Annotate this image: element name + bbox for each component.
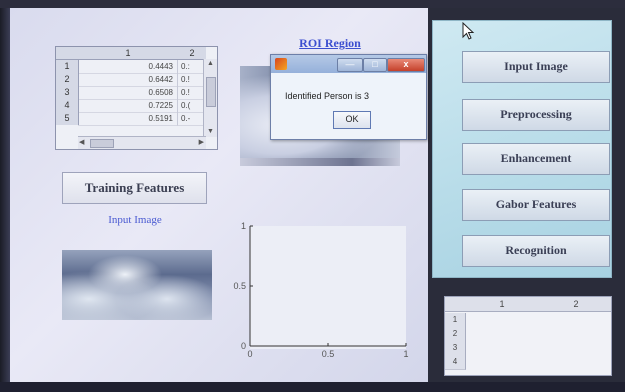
vertical-scrollbar[interactable]: ▲ ▼ bbox=[203, 59, 217, 137]
preprocessing-button[interactable]: Preprocessing bbox=[462, 99, 610, 131]
row-header[interactable]: 1 bbox=[445, 313, 466, 328]
photo-bezel-top bbox=[0, 0, 625, 8]
row-header[interactable]: 1 bbox=[56, 60, 79, 73]
table-cell[interactable]: 0.! bbox=[178, 86, 206, 100]
row-header[interactable]: 4 bbox=[56, 99, 79, 112]
table-cell[interactable]: 0.: bbox=[178, 60, 206, 74]
mouse-pointer-icon bbox=[462, 22, 475, 40]
row-header[interactable]: 3 bbox=[445, 341, 466, 356]
message-dialog: — □ x Identified Person is 3 OK bbox=[270, 54, 427, 140]
table-cell[interactable]: 0.5191 bbox=[78, 112, 178, 126]
table-cell[interactable]: 0.7225 bbox=[78, 99, 178, 113]
row-header[interactable]: 5 bbox=[56, 112, 79, 125]
photo-bezel-bottom bbox=[0, 382, 625, 392]
table-cell[interactable]: 0.- bbox=[178, 112, 206, 126]
y-tick-label: 0.5 bbox=[233, 281, 246, 291]
row-header[interactable]: 2 bbox=[56, 73, 79, 86]
x-tick-label: 1 bbox=[403, 349, 408, 359]
dialog-message: Identified Person is 3 bbox=[285, 91, 370, 101]
photo-bezel-left bbox=[0, 0, 10, 392]
features-table[interactable]: 1 2 1 0.4443 0.: 2 0.6442 0.! 3 0.6508 0… bbox=[55, 46, 218, 150]
horizontal-scrollbar[interactable]: ◀ ▶ bbox=[78, 136, 206, 149]
scroll-left-icon[interactable]: ◀ bbox=[79, 139, 84, 147]
table-cell[interactable]: 0.4443 bbox=[78, 60, 178, 74]
training-features-button[interactable]: Training Features bbox=[62, 172, 207, 204]
result-table[interactable]: 1 2 1 2 3 4 bbox=[444, 296, 612, 376]
column-header-1[interactable]: 1 bbox=[78, 47, 178, 60]
row-header[interactable]: 4 bbox=[445, 355, 466, 370]
table-corner bbox=[56, 47, 78, 60]
recognition-button[interactable]: Recognition bbox=[462, 235, 610, 267]
x-tick-label: 0.5 bbox=[322, 349, 335, 359]
scroll-down-icon[interactable]: ▼ bbox=[207, 128, 214, 136]
scroll-right-icon[interactable]: ▶ bbox=[199, 139, 204, 147]
input-image-title: Input Image bbox=[108, 214, 162, 226]
scrollbar-thumb[interactable] bbox=[90, 139, 114, 148]
y-tick-label: 0 bbox=[241, 341, 246, 351]
row-header[interactable]: 3 bbox=[56, 86, 79, 99]
roi-region-title: ROI Region bbox=[299, 36, 361, 50]
column-header-2[interactable]: 2 bbox=[178, 47, 206, 60]
control-button-panel: Input Image Preprocessing Enhancement Ga… bbox=[432, 20, 612, 278]
scroll-up-icon[interactable]: ▲ bbox=[207, 60, 214, 68]
table-cell[interactable]: 0.6508 bbox=[78, 86, 178, 100]
dialog-titlebar[interactable]: — □ x bbox=[271, 55, 426, 73]
enhancement-button[interactable]: Enhancement bbox=[462, 143, 610, 175]
table-corner bbox=[445, 297, 465, 312]
input-image-button[interactable]: Input Image bbox=[462, 51, 610, 83]
matlab-logo-icon bbox=[275, 58, 287, 70]
column-header-1[interactable]: 1 bbox=[465, 297, 540, 312]
roi-strip bbox=[240, 158, 400, 166]
x-tick-label: 0 bbox=[247, 349, 252, 359]
empty-axes-chart: 0 0.5 1 0 0.5 1 bbox=[233, 221, 408, 359]
ok-button[interactable]: OK bbox=[333, 111, 371, 129]
row-header[interactable]: 2 bbox=[445, 327, 466, 342]
table-cell[interactable]: 0.( bbox=[178, 99, 206, 113]
input-image bbox=[62, 250, 212, 320]
table-cell[interactable]: 0.6442 bbox=[78, 73, 178, 87]
y-tick-label: 1 bbox=[241, 221, 246, 231]
table-cell[interactable]: 0.! bbox=[178, 73, 206, 87]
restore-button[interactable]: □ bbox=[363, 58, 387, 72]
minimize-button[interactable]: — bbox=[337, 58, 363, 72]
column-header-2[interactable]: 2 bbox=[539, 297, 611, 312]
close-button[interactable]: x bbox=[387, 58, 425, 72]
gabor-features-button[interactable]: Gabor Features bbox=[462, 189, 610, 221]
scrollbar-thumb[interactable] bbox=[206, 77, 216, 107]
